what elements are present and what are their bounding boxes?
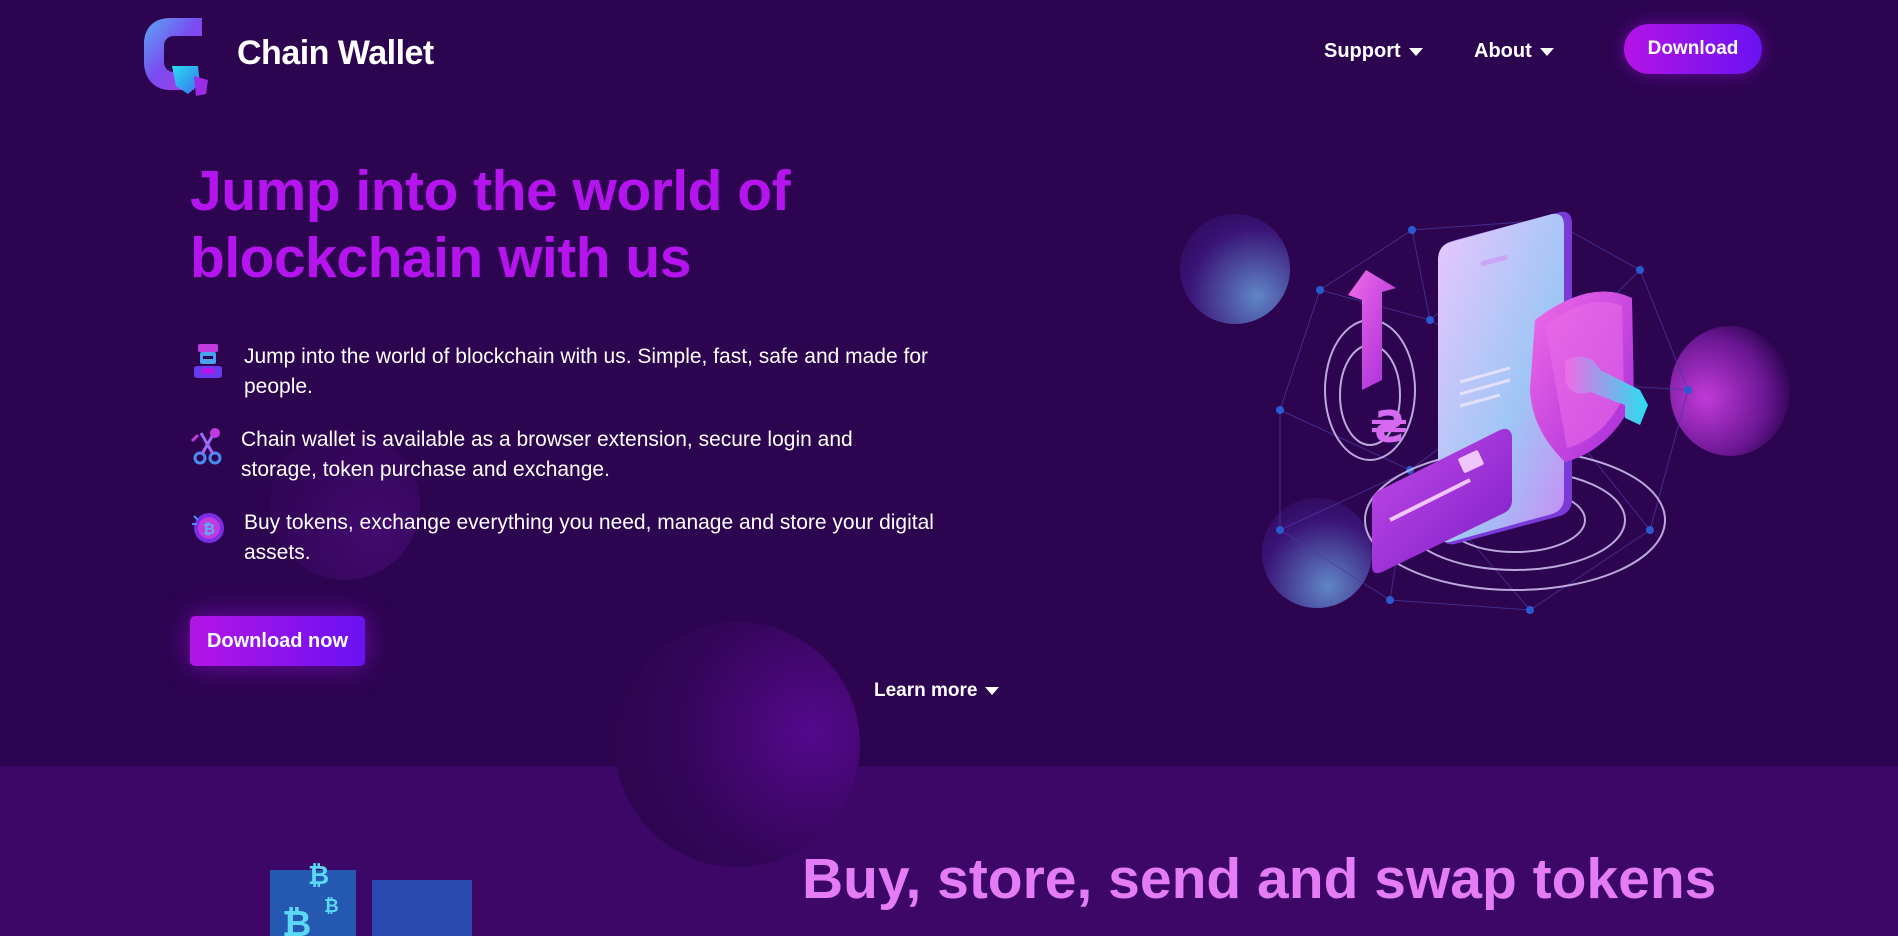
feature-item: Jump into the world of blockchain with u… xyxy=(190,342,979,402)
caret-down-icon xyxy=(1408,47,1423,56)
svg-text:₿: ₿ xyxy=(203,520,215,538)
hero-headline: Jump into the world of blockchain with u… xyxy=(190,159,791,290)
bitcoin-illustration: ₿ ₿ ₿ xyxy=(270,861,472,936)
svg-text:₿: ₿ xyxy=(308,861,329,891)
download-now-button[interactable]: Download now xyxy=(190,616,365,666)
phone-security-illustration: ₴ xyxy=(1276,211,1692,614)
learn-more-link[interactable]: Learn more xyxy=(874,680,1000,702)
nav-support[interactable]: Support xyxy=(1324,40,1423,63)
nav-support-label: Support xyxy=(1324,40,1401,62)
tools-icon xyxy=(190,428,222,465)
feature-text: Chain wallet is available as a browser e… xyxy=(241,428,853,481)
feature-item: Chain wallet is available as a browser e… xyxy=(190,425,931,485)
feature-item: ₿ Buy tokens, exchange everything you ne… xyxy=(190,508,944,568)
feature-text: Buy tokens, exchange everything you need… xyxy=(244,511,934,564)
svg-text:₿: ₿ xyxy=(324,896,339,917)
nav-about[interactable]: About xyxy=(1474,40,1554,63)
svg-text:₴: ₴ xyxy=(1370,402,1408,453)
robot-icon xyxy=(194,344,222,378)
nav-about-label: About xyxy=(1474,40,1532,62)
learn-more-label: Learn more xyxy=(874,680,978,701)
caret-down-icon xyxy=(1539,47,1554,56)
svg-text:₿: ₿ xyxy=(282,904,311,936)
header-download-button[interactable]: Download xyxy=(1624,24,1762,74)
feature-text: Jump into the world of blockchain with u… xyxy=(244,345,929,398)
hero-section: Chain Wallet Support About Download Jump… xyxy=(0,0,1898,766)
chain-wallet-logo-icon[interactable] xyxy=(142,14,216,98)
decorative-orb xyxy=(615,622,860,766)
bitcoin-coin-icon: ₿ xyxy=(192,513,224,543)
caret-down-icon xyxy=(985,687,1000,695)
section-title: Buy, store, send and swap tokens xyxy=(802,847,1717,911)
brand-name[interactable]: Chain Wallet xyxy=(237,34,434,73)
